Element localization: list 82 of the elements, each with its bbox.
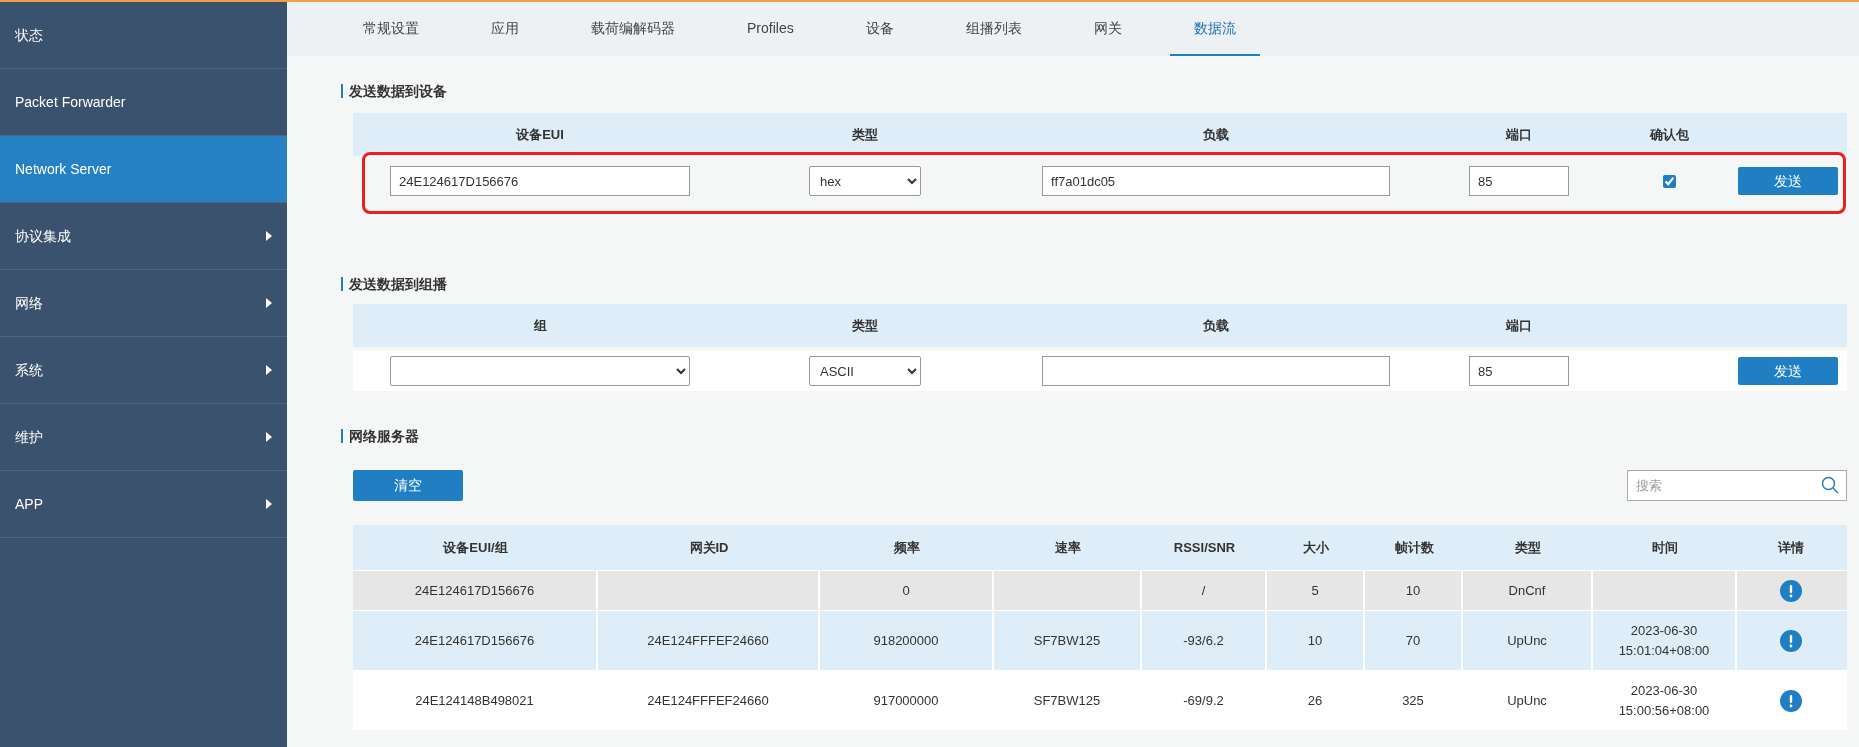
table-cell-text: 918200000 [873,631,939,650]
table-cell-text: 24E124617D156676 [414,631,535,650]
table-row[interactable]: 24E124617D156676 24E124FFFEF24660 918200000 SF7BW125 -93/6.2 10 70 UpUnc 2023-06-30 15:01:04+08:00 [353,610,1847,670]
table-cell-text: 24E124148B498021 [415,691,534,710]
tab[interactable]: 应用 [467,2,543,56]
column-header: RSSI/SNR [1173,539,1236,555]
sidebar-item[interactable]: Network Server [0,136,287,203]
column-header: 帧计数 [1394,539,1434,555]
table-cell-text: 24E124FFFEF24660 [647,631,769,650]
table-cell-text: 15:00:56+08:00 [1618,701,1710,720]
table-cell-text: 10 [1405,581,1421,600]
dropdown[interactable]: hex [809,166,921,196]
table-cell-text: 5 [1311,581,1319,600]
column-header: 详情 [1777,539,1804,555]
column-header: 端口 [1506,317,1532,333]
column-header: 类型 [852,126,878,142]
table-cell-text: 24E124FFFEF24660 [647,691,769,710]
section-title: 发送数据到设备 [341,84,1847,98]
sidebar-item[interactable]: 网络 [0,270,287,337]
input-field[interactable]: ff7a01dc05 [1042,166,1390,196]
input-field[interactable]: 85 [1469,166,1569,196]
input-field[interactable]: 85 [1469,356,1569,386]
section-title: 网络服务器 [341,429,1847,443]
table-cell-text: 26 [1307,691,1323,710]
table-cell-text: UpUnc [1507,631,1547,650]
column-header: 时间 [1652,539,1678,555]
clear-button[interactable]: 清空 [353,470,463,501]
table-cell-text: 2023-06-30 [1630,622,1698,640]
input-field[interactable] [1042,356,1390,386]
table-cell-text: SF7BW125 [1033,691,1101,710]
info-icon[interactable] [1779,579,1802,602]
column-header: 负载 [1203,126,1229,142]
tab[interactable]: 网关 [1069,2,1146,56]
column-header: 网关ID [689,539,729,555]
column-header: 负载 [1203,317,1229,333]
tab[interactable]: 设备 [841,2,918,56]
table-cell-text: -69/9.2 [1183,691,1224,710]
input-field[interactable]: 24E124617D156676 [390,166,690,196]
table-cell-text: UpUnc [1507,691,1547,710]
search-field[interactable]: 搜索 [1627,470,1847,501]
column-header: 组 [533,317,547,333]
column-header: 设备EUI/组 [443,539,508,555]
sidebar-item[interactable]: 协议集成 [0,203,287,270]
column-header: 端口 [1506,126,1532,142]
sidebar-item[interactable]: 系统 [0,337,287,404]
table-row[interactable]: 24E124617D156676 0 / 5 10 DnCnf [353,570,1847,610]
tab[interactable]: 组播列表 [941,2,1046,56]
info-icon[interactable] [1779,689,1802,712]
table-row[interactable]: 24E124148B498021 24E124FFFEF24660 917000000 SF7BW125 -69/9.2 26 325 UpUnc 2023-06-30 15:00:56+08:00 [353,670,1847,730]
column-header: 频率 [894,539,920,555]
tab[interactable]: 数据流 [1169,2,1260,56]
table-cell-text: 10 [1307,631,1323,650]
tab[interactable]: 载荷编解码器 [567,2,699,56]
dropdown[interactable]: ASCII [809,356,921,386]
tab[interactable]: 常规设置 [339,2,443,56]
search-icon [1821,476,1839,494]
column-header: 类型 [852,317,878,333]
ack-checkbox[interactable] [1662,174,1676,188]
column-header: 类型 [1515,539,1541,555]
table-cell-text: 0 [902,581,910,600]
column-header: 速率 [1055,539,1081,555]
sidebar-item[interactable]: 维护 [0,404,287,471]
dropdown[interactable] [390,356,690,386]
table-cell-text: -93/6.2 [1183,631,1224,650]
column-header: 确认包 [1649,126,1689,142]
table-cell-text: / [1201,581,1206,600]
table-cell-text: 15:01:04+08:00 [1618,641,1710,660]
table-cell-text: 24E124617D156676 [414,581,535,600]
table-cell-text: 325 [1402,691,1424,710]
table-cell-text: 2023-06-30 [1630,682,1698,700]
tab[interactable]: Profiles [723,2,818,56]
section-title: 发送数据到组播 [341,277,1847,291]
column-header: 大小 [1303,539,1329,555]
info-icon[interactable] [1779,629,1802,652]
sidebar-item[interactable]: APP [0,471,287,538]
send-button[interactable]: 发送 [1738,167,1838,195]
table-cell-text: 70 [1405,631,1421,650]
table-cell-text: SF7BW125 [1033,631,1101,650]
column-header: 设备EUI [516,126,564,142]
send-button[interactable]: 发送 [1738,357,1838,385]
table-cell-text: 917000000 [873,691,939,710]
table-cell-text: DnCnf [1508,581,1546,600]
